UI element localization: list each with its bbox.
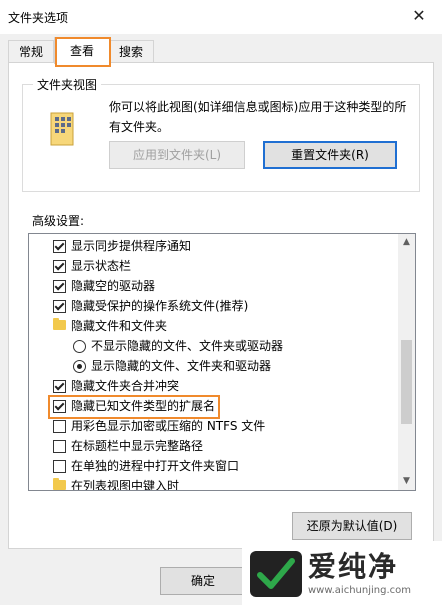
setting-label: 显示同步提供程序通知 <box>71 239 192 253</box>
setting-sync-provider-notifications[interactable]: 显示同步提供程序通知 <box>29 236 397 256</box>
advanced-settings-list[interactable]: 显示同步提供程序通知 显示状态栏 隐藏空的驱动器 隐藏受保护的操作系统文件(推荐… <box>28 233 416 491</box>
setting-hide-protected-os-files[interactable]: 隐藏受保护的操作系统文件(推荐) <box>29 296 397 316</box>
setting-dont-show-hidden[interactable]: 不显示隐藏的文件、文件夹或驱动器 <box>29 336 397 356</box>
tab-general[interactable]: 常规 <box>8 40 54 63</box>
setting-label: 隐藏文件夹合并冲突 <box>71 379 180 393</box>
scroll-up-icon[interactable]: ▲ <box>398 234 415 251</box>
setting-full-path-title-bar[interactable]: 在标题栏中显示完整路径 <box>29 436 397 456</box>
folder-view-legend: 文件夹视图 <box>33 76 102 93</box>
ok-button[interactable]: 确定 <box>160 567 246 595</box>
setting-hide-extensions[interactable]: 隐藏已知文件类型的扩展名 <box>29 396 397 416</box>
setting-label: 隐藏受保护的操作系统文件(推荐) <box>71 299 249 313</box>
title-bar: 文件夹选项 ✕ <box>0 0 442 34</box>
setting-label: 用彩色显示加密或压缩的 NTFS 文件 <box>71 419 266 433</box>
checkbox[interactable] <box>53 440 66 453</box>
folder-icon <box>53 478 66 490</box>
checkbox[interactable] <box>53 260 66 273</box>
watermark-url: www.aichunjing.com <box>308 585 411 596</box>
setting-hide-merge-conflicts[interactable]: 隐藏文件夹合并冲突 <box>29 376 397 396</box>
watermark: 爱纯净 www.aichunjing.com <box>242 541 442 605</box>
window-title: 文件夹选项 <box>8 11 69 25</box>
checkbox[interactable] <box>53 300 66 313</box>
folder-view-description: 你可以将此视图(如详细信息或图标)应用于这种类型的所有文件夹。 <box>109 100 407 134</box>
setting-show-hidden[interactable]: 显示隐藏的文件、文件夹和驱动器 <box>29 356 397 376</box>
apply-to-folders-button[interactable]: 应用到文件夹(L) <box>109 141 245 169</box>
checkbox[interactable] <box>53 420 66 433</box>
setting-group-hidden-files: 隐藏文件和文件夹 <box>29 316 397 336</box>
tab-view[interactable]: 查看 <box>54 37 110 64</box>
setting-hide-empty-drives[interactable]: 隐藏空的驱动器 <box>29 276 397 296</box>
folder-view-group: 文件夹视图 你可以将此视图(如详细信息或图标)应用于这种类型的所有文件夹。 应用… <box>22 76 420 192</box>
setting-label: 在单独的进程中打开文件夹窗口 <box>71 459 240 473</box>
setting-group-list-view-typing: 在列表视图中键入时 <box>29 476 397 491</box>
setting-label: 隐藏空的驱动器 <box>71 279 156 293</box>
checkbox[interactable] <box>53 380 66 393</box>
reset-folders-button[interactable]: 重置文件夹(R) <box>263 141 397 169</box>
setting-label: 在标题栏中显示完整路径 <box>71 439 204 453</box>
setting-label: 显示状态栏 <box>71 259 132 273</box>
folder-icon <box>53 318 66 330</box>
setting-label: 隐藏已知文件类型的扩展名 <box>71 399 216 413</box>
setting-label: 隐藏文件和文件夹 <box>71 319 168 333</box>
setting-label: 显示隐藏的文件、文件夹和驱动器 <box>91 359 272 373</box>
watermark-title: 爱纯净 <box>308 550 399 583</box>
advanced-settings-label: 高级设置: <box>32 214 85 228</box>
setting-status-bar[interactable]: 显示状态栏 <box>29 256 397 276</box>
close-icon[interactable]: ✕ <box>396 0 442 34</box>
checkbox[interactable] <box>53 280 66 293</box>
restore-defaults-button[interactable]: 还原为默认值(D) <box>292 512 412 540</box>
checkbox[interactable] <box>53 240 66 253</box>
checkbox[interactable] <box>53 460 66 473</box>
setting-label: 不显示隐藏的文件、文件夹或驱动器 <box>91 339 284 353</box>
list-scrollbar[interactable]: ▲ ▼ <box>398 234 415 490</box>
check-logo-icon <box>250 551 302 597</box>
setting-label: 在列表视图中键入时 <box>71 479 180 491</box>
radio-button[interactable] <box>73 360 86 373</box>
checkbox[interactable] <box>53 400 66 413</box>
scroll-down-icon[interactable]: ▼ <box>398 473 415 490</box>
tab-search[interactable]: 搜索 <box>108 40 154 63</box>
setting-separate-process[interactable]: 在单独的进程中打开文件夹窗口 <box>29 456 397 476</box>
folder-view-icon <box>50 112 74 146</box>
scroll-thumb[interactable] <box>401 340 412 424</box>
setting-color-ntfs-files[interactable]: 用彩色显示加密或压缩的 NTFS 文件 <box>29 416 397 436</box>
radio-button[interactable] <box>73 340 86 353</box>
